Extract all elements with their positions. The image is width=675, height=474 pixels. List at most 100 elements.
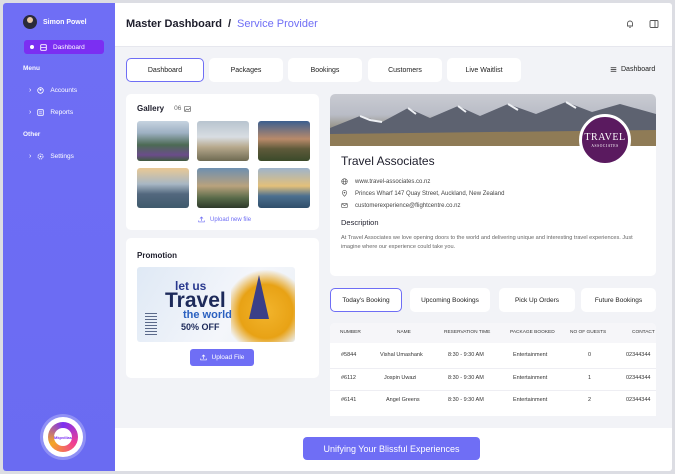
tab-live-waitlist[interactable]: Live Waitlist (447, 58, 521, 82)
upload-file-label: Upload File (211, 354, 245, 361)
row-divider (330, 390, 656, 391)
provider-card: TRAVEL ASSOCIATES Travel Associates www.… (330, 94, 656, 276)
gallery-image[interactable] (137, 121, 189, 161)
other-section-label: Other (23, 131, 41, 138)
tagline-button[interactable]: Unifying Your Blissful Experiences (303, 437, 480, 460)
upload-new-file-link[interactable]: Upload new file (198, 216, 251, 223)
page-title-main: Master Dashboard (126, 18, 222, 30)
dashboard-link-label: Dashboard (621, 66, 656, 73)
sidebar-item-label: Dashboard (53, 43, 85, 51)
provider-email[interactable]: customerexperience@flightcentre.co.nz (341, 202, 460, 209)
column-header: NAME (397, 330, 411, 335)
promotion-card: Promotion let us Travel the world 50% OF… (126, 238, 319, 378)
promotion-headline: let us Travel the world 50% OFF (165, 279, 232, 332)
bookings-table: NUMBER NAME RESERVATION TIME PACKAGE BOO… (330, 323, 656, 416)
gallery-image[interactable] (258, 121, 310, 161)
booking-package: Entertainment (513, 352, 548, 358)
panel-toggle-icon[interactable] (649, 19, 659, 29)
menu-lines-icon (610, 67, 617, 72)
booking-package: Entertainment (513, 397, 548, 403)
booking-name: Angel Greens (386, 397, 420, 403)
column-header: CONTACT (632, 330, 655, 335)
menu-section-label: Menu (23, 65, 40, 72)
row-divider (330, 368, 656, 369)
gallery-card: Gallery 06 Upload new file (126, 94, 319, 230)
page-title: Master Dashboard / Service Provider (126, 18, 318, 30)
description-text: At Travel Associates we love opening doo… (341, 235, 633, 250)
tab-pick-up-orders[interactable]: Pick Up Orders (499, 288, 575, 312)
tab-dashboard[interactable]: Dashboard (126, 58, 204, 82)
booking-contact: 02344344 (626, 397, 651, 403)
booking-name: Jospin Uwazi (384, 375, 417, 381)
tab-upcoming-bookings[interactable]: Upcoming Bookings (410, 288, 490, 312)
booking-number: #5844 (341, 352, 357, 358)
booking-package: Entertainment (513, 375, 548, 381)
image-icon (184, 105, 192, 112)
chevron-right-icon: › (29, 87, 32, 94)
sidebar-item-label: Accounts (50, 87, 78, 94)
globe-icon (341, 178, 348, 185)
tab-bookings[interactable]: Bookings (288, 58, 362, 82)
location-pin-icon (341, 190, 348, 197)
user-name: Simon Powel (43, 18, 87, 26)
provider-website[interactable]: www.travel-associates.co.nz (341, 178, 430, 185)
column-header: RESERVATION TIME (444, 330, 491, 335)
user-profile[interactable]: Simon Powel (23, 15, 87, 29)
tab-customers[interactable]: Customers (368, 58, 442, 82)
provider-name: Travel Associates (341, 154, 435, 168)
sidebar-item-label: Settings (50, 153, 74, 160)
tab-packages[interactable]: Packages (209, 58, 283, 82)
booking-guests: 1 (588, 375, 592, 381)
dashboard-link[interactable]: Dashboard (610, 66, 655, 73)
avatar (23, 15, 37, 29)
chevron-right-icon: › (29, 109, 32, 116)
upload-icon (198, 216, 205, 223)
gallery-image[interactable] (258, 168, 310, 208)
booking-time: 8:30 - 9:30 AM (448, 352, 484, 358)
booking-contact: 02344344 (626, 375, 651, 381)
booking-guests: 0 (588, 352, 592, 358)
description-title: Description (341, 218, 379, 227)
gallery-image[interactable] (197, 121, 249, 161)
footer: Unifying Your Blissful Experiences (115, 428, 672, 471)
table-header: NUMBER NAME RESERVATION TIME PACKAGE BOO… (330, 323, 656, 343)
gallery-title: Gallery (137, 104, 165, 113)
booking-guests: 2 (588, 397, 592, 403)
sidebar-item-accounts[interactable]: › Accounts (29, 87, 77, 94)
provider-address: Princes Wharf 147 Quay Street, Auckland,… (341, 190, 504, 197)
promotion-banner-image: let us Travel the world 50% OFF (137, 267, 295, 342)
app-window: Simon Powel Dashboard Menu › Accounts › … (3, 3, 672, 471)
brand-logo: Mkpvillas (43, 417, 83, 457)
active-dot-icon (30, 45, 34, 49)
provider-address-text: Princes Wharf 147 Quay Street, Auckland,… (355, 190, 505, 197)
gallery-image[interactable] (137, 168, 189, 208)
bell-icon[interactable] (625, 19, 635, 29)
gear-icon (37, 153, 44, 160)
mail-icon (341, 203, 348, 208)
sidebar-item-reports[interactable]: › Reports (29, 109, 73, 116)
accounts-icon (37, 87, 45, 94)
tab-future-bookings[interactable]: Future Bookings (581, 288, 656, 312)
tab-todays-booking[interactable]: Today's Booking (330, 288, 402, 312)
booking-time: 8:30 - 9:30 AM (448, 375, 484, 381)
booking-number: #6112 (341, 375, 356, 381)
sidebar: Simon Powel Dashboard Menu › Accounts › … (3, 3, 115, 471)
sidebar-item-dashboard[interactable]: Dashboard (24, 40, 104, 54)
column-header: PACKAGE BOOKED (510, 330, 555, 335)
reports-icon (37, 109, 45, 116)
gallery-count-value: 06 (174, 105, 182, 112)
sidebar-item-label: Reports (50, 109, 74, 116)
booking-contact: 02344344 (626, 352, 651, 358)
booking-name: Vishal Umashank (380, 352, 423, 358)
gallery-count: 06 (174, 105, 192, 112)
gallery-image[interactable] (197, 168, 249, 208)
breadcrumb-separator: / (227, 18, 232, 30)
promotion-title: Promotion (137, 251, 177, 260)
upload-file-button[interactable]: Upload File (190, 349, 254, 366)
provider-logo: TRAVEL ASSOCIATES (579, 114, 631, 166)
sidebar-item-settings[interactable]: › Settings (29, 153, 74, 160)
upload-icon (199, 354, 207, 361)
page-subtitle[interactable]: Service Provider (237, 18, 318, 30)
provider-email-text: customerexperience@flightcentre.co.nz (355, 202, 461, 209)
dashboard-icon (40, 43, 47, 51)
